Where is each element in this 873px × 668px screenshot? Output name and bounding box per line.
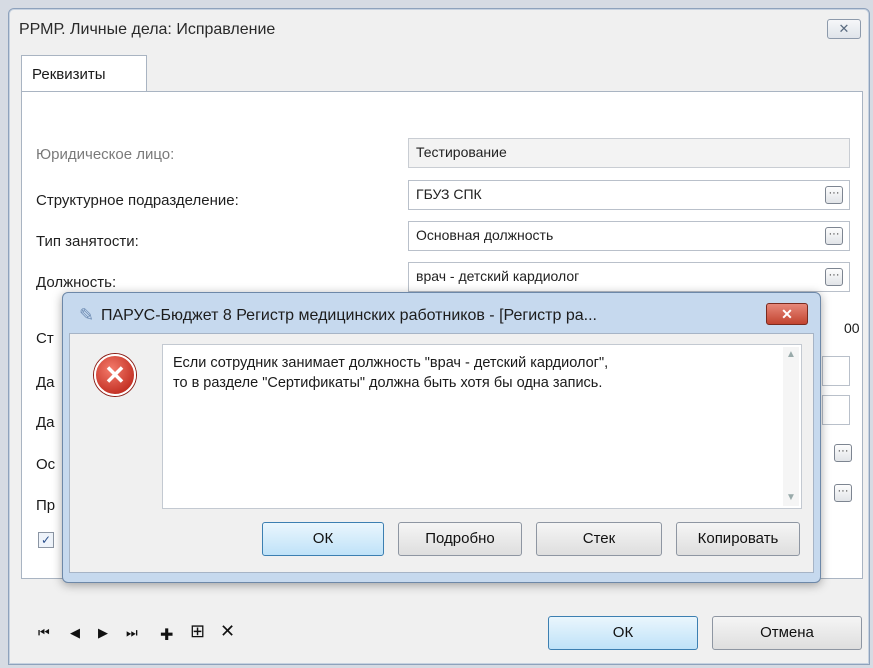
position-field[interactable]: врач - детский кардиолог ··· <box>408 262 850 292</box>
window-close-button[interactable]: ✕ <box>827 19 861 39</box>
ok-button[interactable]: ОК <box>548 616 698 650</box>
employment-type-field[interactable]: Основная должность ··· <box>408 221 850 251</box>
partial-field-3[interactable] <box>822 395 850 425</box>
partial-lookup-4[interactable]: ··· <box>834 444 852 462</box>
employment-type-row: Тип занятости: Основная должность ··· <box>22 219 862 255</box>
error-icon: ✕ <box>94 354 136 396</box>
position-row: Должность: врач - детский кардиолог ··· <box>22 260 862 296</box>
app-feather-icon: ✎ <box>79 305 95 325</box>
option-checkbox[interactable]: ✓ <box>38 532 54 548</box>
partial-label-3: Да <box>36 414 55 431</box>
add-icon[interactable]: ✚ <box>160 625 173 645</box>
position-value: врач - детский кардиолог <box>416 268 580 284</box>
legal-entity-row: Юридическое лицо: Тестирование <box>22 132 862 168</box>
position-lookup-button[interactable]: ··· <box>825 268 843 286</box>
employment-type-label: Тип занятости: <box>36 233 139 250</box>
dialog-copy-button[interactable]: Копировать <box>676 522 800 556</box>
position-label: Должность: <box>36 274 117 291</box>
prev-record-icon[interactable]: ◀ <box>70 625 80 641</box>
department-value: ГБУЗ СПК <box>416 186 482 202</box>
error-message-box[interactable]: Если сотрудник занимает должность "врач … <box>162 344 802 509</box>
department-row: Структурное подразделение: ГБУЗ СПК ··· <box>22 178 862 214</box>
partial-label-2: Да <box>36 374 55 391</box>
scroll-down-icon[interactable]: ▼ <box>783 490 799 506</box>
dialog-close-button[interactable]: ✕ <box>766 303 808 325</box>
window-title: РРМР. Личные дела: Исправление <box>19 21 276 38</box>
dialog-ok-button[interactable]: ОК <box>262 522 384 556</box>
dialog-body: ✕ Если сотрудник занимает должность "вра… <box>69 333 814 573</box>
cancel-button[interactable]: Отмена <box>712 616 862 650</box>
dialog-stack-button[interactable]: Стек <box>536 522 662 556</box>
department-label: Структурное подразделение: <box>36 192 239 209</box>
department-field[interactable]: ГБУЗ СПК ··· <box>408 180 850 210</box>
legal-entity-field: Тестирование <box>408 138 850 168</box>
department-lookup-button[interactable]: ··· <box>825 186 843 204</box>
error-message-line-1: Если сотрудник занимает должность "врач … <box>173 355 609 371</box>
next-record-icon[interactable]: ▶ <box>98 625 108 641</box>
dialog-title: ПАРУС-Бюджет 8 Регистр медицинских работ… <box>101 307 597 324</box>
scroll-up-icon[interactable]: ▲ <box>783 347 799 363</box>
error-dialog: ✎ ПАРУС-Бюджет 8 Регистр медицинских раб… <box>62 292 821 583</box>
partial-value: 00 <box>844 320 860 336</box>
last-record-icon[interactable]: ⏭ <box>126 625 138 641</box>
partial-label-4: Ос <box>36 456 56 473</box>
dialog-details-button[interactable]: Подробно <box>398 522 522 556</box>
partial-lookup-5[interactable]: ··· <box>834 484 852 502</box>
partial-field-2[interactable] <box>822 356 850 386</box>
tab-requisites[interactable]: Реквизиты <box>21 55 147 92</box>
first-record-icon[interactable]: ⏮ <box>38 625 50 641</box>
message-scrollbar[interactable]: ▲ ▼ <box>783 347 799 506</box>
employment-type-lookup-button[interactable]: ··· <box>825 227 843 245</box>
employment-type-value: Основная должность <box>416 227 554 243</box>
error-message-line-2: то в разделе "Сертификаты" должна быть х… <box>173 375 603 391</box>
delete-icon[interactable]: ✕ <box>220 621 235 642</box>
partial-label-1: Ст <box>36 330 54 347</box>
add-box-icon[interactable]: ⊞ <box>190 621 205 642</box>
legal-entity-label: Юридическое лицо: <box>36 146 175 163</box>
partial-label-5: Пр <box>36 497 56 514</box>
